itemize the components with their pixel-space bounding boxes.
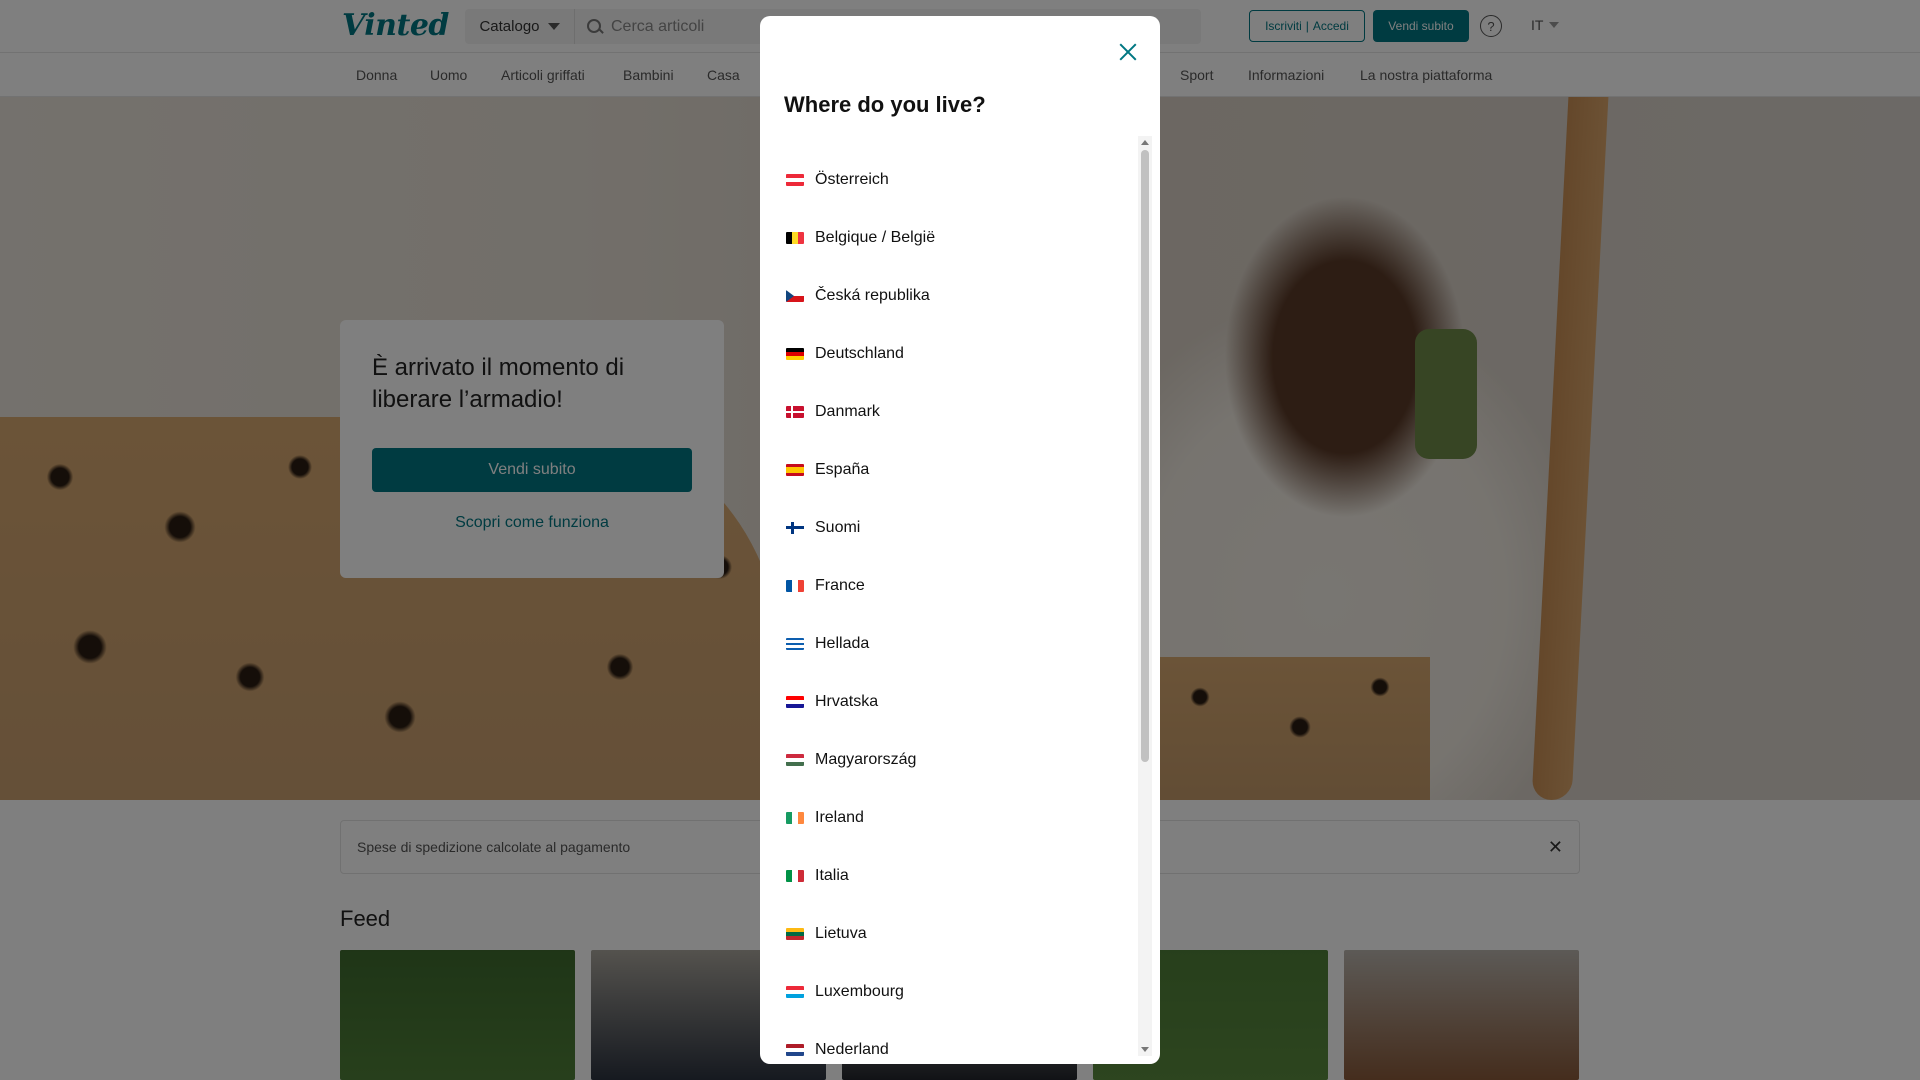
country-name: Hellada [815, 635, 870, 652]
hungary-flag-icon [786, 754, 804, 766]
finland-flag-icon [786, 522, 804, 534]
country-option-denmark[interactable]: Danmark [786, 397, 880, 427]
country-option-france[interactable]: France [786, 571, 865, 601]
ireland-flag-icon [786, 812, 804, 824]
czech-flag-icon [786, 290, 804, 302]
country-option-greece[interactable]: Hellada [786, 629, 869, 659]
country-name: Suomi [815, 519, 861, 536]
country-option-luxembourg[interactable]: Luxembourg [786, 977, 904, 1007]
country-list-scrollbar[interactable] [1138, 136, 1152, 1056]
country-selection-modal: Where do you live? Österreich Belgique /… [760, 16, 1160, 1064]
country-option-croatia[interactable]: Hrvatska [786, 687, 878, 717]
country-name: Luxembourg [815, 983, 904, 1000]
country-name: Magyarország [815, 751, 917, 768]
spain-flag-icon [786, 464, 804, 476]
country-option-finland[interactable]: Suomi [786, 513, 860, 543]
netherlands-flag-icon [786, 1044, 804, 1056]
greece-flag-icon [786, 638, 804, 650]
country-name: Lietuva [815, 925, 867, 942]
country-name: Italia [815, 867, 849, 884]
country-name: Österreich [815, 171, 889, 188]
belgium-flag-icon [786, 232, 804, 244]
close-icon[interactable] [1112, 36, 1144, 68]
lithuania-flag-icon [786, 928, 804, 940]
country-option-austria[interactable]: Österreich [786, 165, 889, 195]
country-name: Česká republika [815, 287, 930, 304]
country-name: España [815, 461, 870, 478]
croatia-flag-icon [786, 696, 804, 708]
country-name: Danmark [815, 403, 880, 420]
country-option-ireland[interactable]: Ireland [786, 803, 864, 833]
country-name: Nederland [815, 1041, 889, 1058]
country-name: France [815, 577, 865, 594]
country-option-czech[interactable]: Česká republika [786, 281, 930, 311]
scroll-up-icon[interactable] [1141, 140, 1149, 145]
country-option-lithuania[interactable]: Lietuva [786, 919, 867, 949]
luxembourg-flag-icon [786, 986, 804, 998]
country-list: Österreich Belgique / België Česká repub… [760, 136, 1140, 1064]
denmark-flag-icon [786, 406, 804, 418]
germany-flag-icon [786, 348, 804, 360]
country-option-germany[interactable]: Deutschland [786, 339, 904, 369]
modal-title: Where do you live? [784, 92, 986, 117]
country-name: Hrvatska [815, 693, 879, 710]
scroll-down-icon[interactable] [1141, 1047, 1149, 1052]
country-name: Belgique / België [815, 229, 936, 246]
country-name: Deutschland [815, 345, 904, 362]
country-option-belgium[interactable]: Belgique / België [786, 223, 935, 253]
scrollbar-thumb[interactable] [1141, 150, 1149, 762]
country-name: Ireland [815, 809, 864, 826]
italy-flag-icon [786, 870, 804, 882]
country-option-italy[interactable]: Italia [786, 861, 849, 891]
france-flag-icon [786, 580, 804, 592]
country-option-spain[interactable]: España [786, 455, 869, 485]
country-option-hungary[interactable]: Magyarország [786, 745, 916, 775]
austria-flag-icon [786, 174, 804, 186]
country-option-netherlands[interactable]: Nederland [786, 1035, 889, 1064]
